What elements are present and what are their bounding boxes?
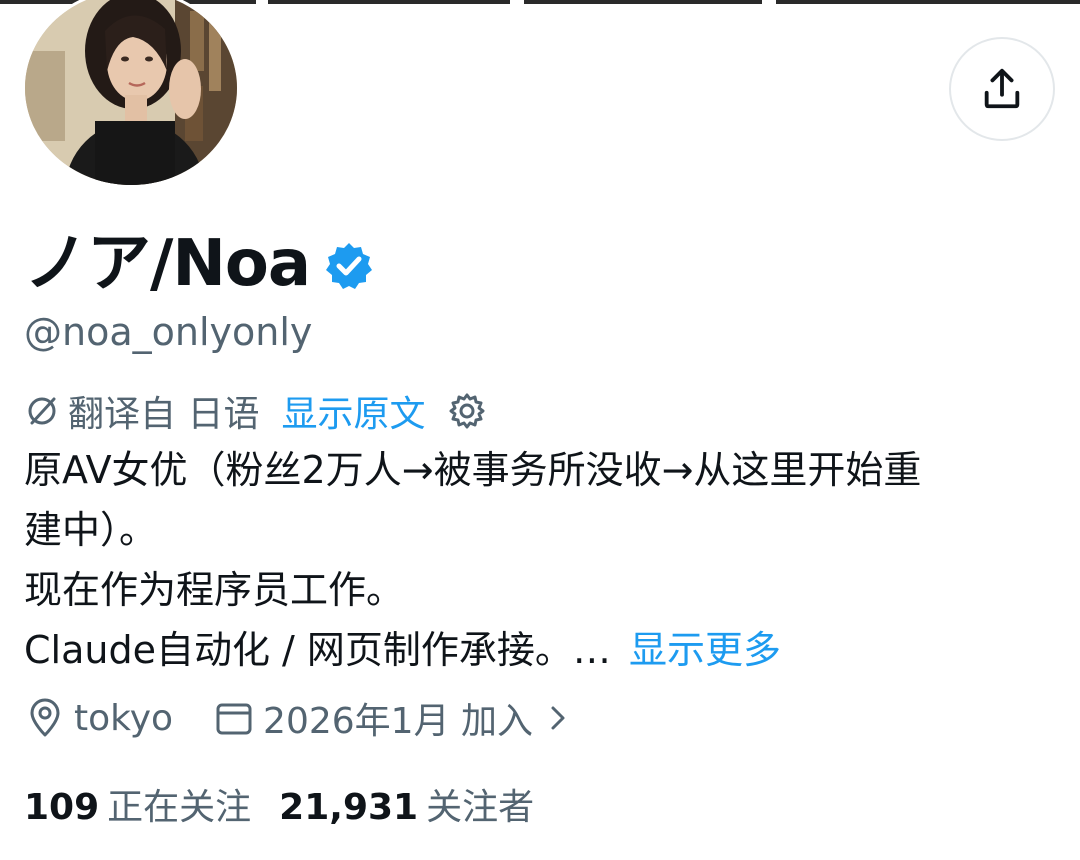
- calendar-icon: [216, 703, 252, 735]
- show-more-link[interactable]: 显示更多: [629, 628, 781, 672]
- joined-date-link[interactable]: 2026年1月 加入: [213, 692, 573, 744]
- avatar-photo: [25, 0, 237, 185]
- chevron-right-icon: [551, 706, 565, 730]
- follow-stats: 109 正在关注 21,931 关注者: [24, 776, 562, 832]
- bio-line: 现在作为程序员工作。: [24, 568, 405, 612]
- following-count: 109: [24, 787, 100, 828]
- handle: @noa_onlyonly: [24, 310, 313, 354]
- location-pin-icon: [30, 698, 60, 737]
- show-original-link[interactable]: 显示原文: [281, 385, 425, 437]
- share-icon: [984, 68, 1020, 109]
- profile-bio: 原AV女优（粉丝2万人→被事务所没收→从这里开始重 建中）。 现在作为程序员工作…: [24, 440, 1064, 680]
- display-name-row: ノア/Noa: [24, 226, 374, 302]
- translate-icon: [28, 397, 56, 425]
- share-button[interactable]: [949, 37, 1055, 141]
- followers-count: 21,931: [279, 787, 419, 828]
- bio-line: Claude自动化 / 网页制作承接。…: [24, 628, 611, 672]
- translated-from-label: 翻译自 日语: [68, 394, 260, 435]
- profile-page: ノア/Noa @noa_onlyonly 翻译自 日语 显示原文 原AV女优（粉…: [0, 0, 1080, 860]
- followers-label: 关注者: [426, 787, 535, 828]
- verified-badge-icon[interactable]: [324, 241, 374, 291]
- following-stat[interactable]: 109 正在关注: [24, 778, 251, 830]
- location-item: tokyo: [24, 697, 173, 739]
- gear-icon[interactable]: [447, 391, 487, 431]
- bio-last-line: Claude自动化 / 网页制作承接。… 显示更多: [24, 620, 1064, 680]
- followers-stat[interactable]: 21,931 关注者: [279, 778, 534, 830]
- translation-bar: 翻译自 日语 显示原文: [24, 384, 487, 438]
- display-name: ノア/Noa: [24, 227, 311, 301]
- following-label: 正在关注: [107, 787, 252, 828]
- profile-meta: tokyo 2026年1月 加入: [24, 690, 573, 746]
- bio-line: 建中）。: [24, 508, 158, 552]
- location-text: tokyo: [74, 697, 174, 739]
- joined-date-text: 2026年1月 加入: [263, 701, 534, 742]
- avatar[interactable]: [22, 0, 240, 188]
- bio-line: 原AV女优（粉丝2万人→被事务所没收→从这里开始重: [24, 448, 922, 492]
